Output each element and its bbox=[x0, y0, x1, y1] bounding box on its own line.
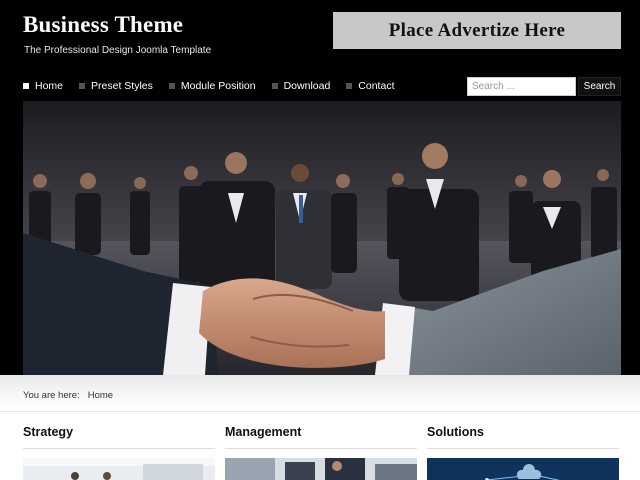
business-team-handshake-image bbox=[23, 101, 621, 375]
search-input[interactable] bbox=[467, 77, 576, 96]
nav-item-preset-styles[interactable]: Preset Styles bbox=[79, 80, 153, 92]
nav-item-label: Download bbox=[283, 80, 331, 92]
nav-bullet-icon bbox=[23, 83, 29, 89]
meeting-photo-image bbox=[23, 458, 215, 480]
nav-item-label: Preset Styles bbox=[91, 80, 153, 92]
nav-bullet-icon bbox=[346, 83, 353, 89]
nav-item-label: Contact bbox=[358, 80, 395, 92]
nav-item-home[interactable]: Home bbox=[23, 80, 63, 92]
nav-item-contact[interactable]: Contact bbox=[346, 80, 394, 92]
column-solutions: Solutions bbox=[427, 425, 619, 480]
breadcrumb: You are here: Home bbox=[23, 390, 113, 401]
strategy-image bbox=[23, 458, 215, 480]
site-title[interactable]: Business Theme bbox=[23, 12, 183, 38]
office-photo-image bbox=[225, 458, 417, 480]
nav-item-module-position[interactable]: Module Position bbox=[168, 80, 256, 92]
column-title: Strategy bbox=[23, 425, 74, 439]
column-divider bbox=[23, 448, 215, 449]
nav-item-label: Home bbox=[35, 80, 64, 92]
column-title: Solutions bbox=[427, 425, 484, 439]
nav-bullet-icon bbox=[168, 83, 175, 89]
search-button[interactable]: Search bbox=[578, 77, 621, 96]
cloud-network-image bbox=[427, 458, 619, 480]
column-title: Management bbox=[225, 425, 302, 439]
nav-item-label: Module Position bbox=[180, 80, 256, 92]
column-strategy: Strategy bbox=[23, 425, 215, 480]
column-divider bbox=[427, 448, 619, 449]
management-image bbox=[225, 458, 417, 480]
ad-text: Place Advertize Here bbox=[388, 19, 566, 41]
solutions-image bbox=[427, 458, 619, 480]
site-tagline: The Professional Design Joomla Template bbox=[24, 45, 212, 56]
nav-bullet-icon bbox=[271, 83, 278, 89]
ad-banner[interactable]: Place Advertize Here bbox=[333, 12, 621, 49]
hero-image bbox=[23, 101, 621, 375]
breadcrumb-current: Home bbox=[87, 390, 114, 401]
breadcrumb-prefix: You are here: bbox=[23, 390, 80, 401]
site-header: Business Theme The Professional Design J… bbox=[0, 0, 640, 375]
column-management: Management bbox=[225, 425, 417, 480]
nav-bullet-icon bbox=[79, 83, 86, 89]
column-divider bbox=[225, 448, 417, 449]
main-nav: Home Preset Styles Module Position Downl… bbox=[23, 78, 410, 94]
nav-item-download[interactable]: Download bbox=[271, 80, 331, 92]
